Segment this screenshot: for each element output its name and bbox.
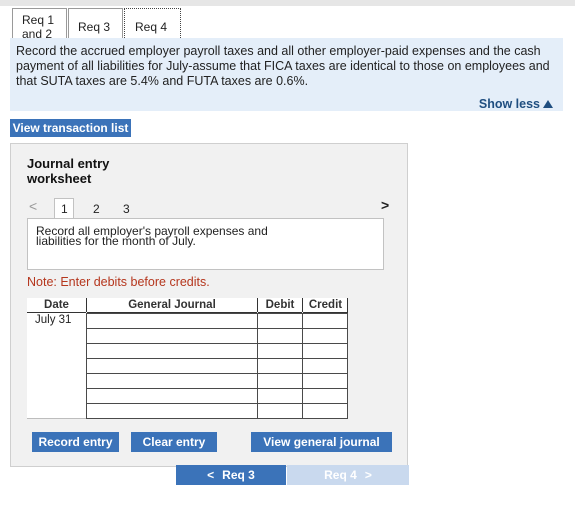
account-input[interactable] <box>86 313 258 329</box>
account-input[interactable] <box>86 343 258 359</box>
record-entry-button[interactable]: Record entry <box>32 432 119 452</box>
show-less-label: Show less <box>478 97 540 111</box>
worksheet-title: Journal entry worksheet <box>27 156 109 186</box>
next-req-button[interactable]: Req 4 > <box>287 465 409 485</box>
credit-input[interactable] <box>302 358 348 374</box>
page-3-link[interactable]: 3 <box>123 202 130 216</box>
instructions-panel: Record the accrued employer payroll taxe… <box>10 38 563 111</box>
tab-label: Req 4 <box>135 20 168 34</box>
table-row: July 31 <box>27 313 348 329</box>
worksheet-title-line1: Journal entry <box>27 156 110 171</box>
show-less-link[interactable]: Show less <box>479 97 553 112</box>
tab-req-1-and-2[interactable]: Req 1 and 2 <box>12 8 67 41</box>
view-transaction-list-button[interactable]: View transaction list <box>10 119 131 137</box>
journal-entry-worksheet: Journal entry worksheet < 1 2 3 > Record… <box>10 143 408 467</box>
top-strip <box>0 0 575 6</box>
chevron-right-icon: > <box>364 468 372 482</box>
table-row <box>27 328 348 344</box>
credit-input[interactable] <box>302 328 348 344</box>
note-text: Note: Enter debits before credits. <box>27 275 210 289</box>
header-credit: Credit <box>303 298 348 313</box>
debit-input[interactable] <box>257 373 303 389</box>
worksheet-title-line2: worksheet <box>27 171 92 186</box>
credit-input[interactable] <box>302 313 348 329</box>
tab-label-line1: Req 1 <box>22 13 55 27</box>
table-row <box>27 403 348 419</box>
view-general-journal-button[interactable]: View general journal <box>251 432 392 452</box>
tab-req-4[interactable]: Req 4 <box>124 8 181 38</box>
page-1-label: 1 <box>61 202 68 216</box>
account-input[interactable] <box>86 388 258 404</box>
instructions-text: Record the accrued employer payroll taxe… <box>16 44 550 88</box>
table-row <box>27 358 348 374</box>
credit-input[interactable] <box>302 373 348 389</box>
next-page-arrow[interactable]: > <box>381 197 389 213</box>
date-cell <box>27 403 86 419</box>
prev-page-arrow[interactable]: < <box>29 198 37 214</box>
table-row <box>27 388 348 404</box>
date-cell <box>27 343 86 359</box>
table-row <box>27 343 348 359</box>
prev-req-button[interactable]: < Req 3 <box>176 465 286 485</box>
header-general-journal: General Journal <box>87 298 257 313</box>
prev-req-label: Req 3 <box>222 468 255 482</box>
credit-input[interactable] <box>302 388 348 404</box>
tab-label: Req 3 <box>78 20 111 34</box>
date-cell <box>27 328 86 344</box>
header-debit: Debit <box>258 298 302 313</box>
clear-entry-button[interactable]: Clear entry <box>131 432 217 452</box>
credit-input[interactable] <box>302 343 348 359</box>
date-cell: July 31 <box>27 313 86 329</box>
debit-input[interactable] <box>257 328 303 344</box>
view-general-journal-label: View general journal <box>263 435 380 449</box>
tab-req-3[interactable]: Req 3 <box>68 8 123 38</box>
account-input[interactable] <box>86 328 258 344</box>
debit-input[interactable] <box>257 388 303 404</box>
page-1-box[interactable]: 1 <box>54 198 74 218</box>
debit-input[interactable] <box>257 403 303 419</box>
table-row <box>27 373 348 389</box>
chevron-left-icon: < <box>207 468 215 482</box>
header-divider <box>347 298 348 312</box>
next-req-label: Req 4 <box>324 468 357 482</box>
view-transaction-list-label: View transaction list <box>12 121 129 135</box>
header-date: Date <box>27 298 86 313</box>
entry-description: Record all employer's payroll expenses a… <box>27 218 384 270</box>
journal-grid: Date General Journal Debit Credit July 3… <box>27 298 348 424</box>
debit-input[interactable] <box>257 358 303 374</box>
debit-input[interactable] <box>257 313 303 329</box>
triangle-up-icon <box>543 100 553 108</box>
account-input[interactable] <box>86 403 258 419</box>
account-input[interactable] <box>86 373 258 389</box>
date-cell <box>27 358 86 374</box>
record-entry-label: Record entry <box>38 435 113 449</box>
page-2-link[interactable]: 2 <box>93 202 100 216</box>
debit-input[interactable] <box>257 343 303 359</box>
account-input[interactable] <box>86 358 258 374</box>
credit-input[interactable] <box>302 403 348 419</box>
date-cell <box>27 373 86 389</box>
date-cell <box>27 388 86 404</box>
clear-entry-label: Clear entry <box>142 435 206 449</box>
